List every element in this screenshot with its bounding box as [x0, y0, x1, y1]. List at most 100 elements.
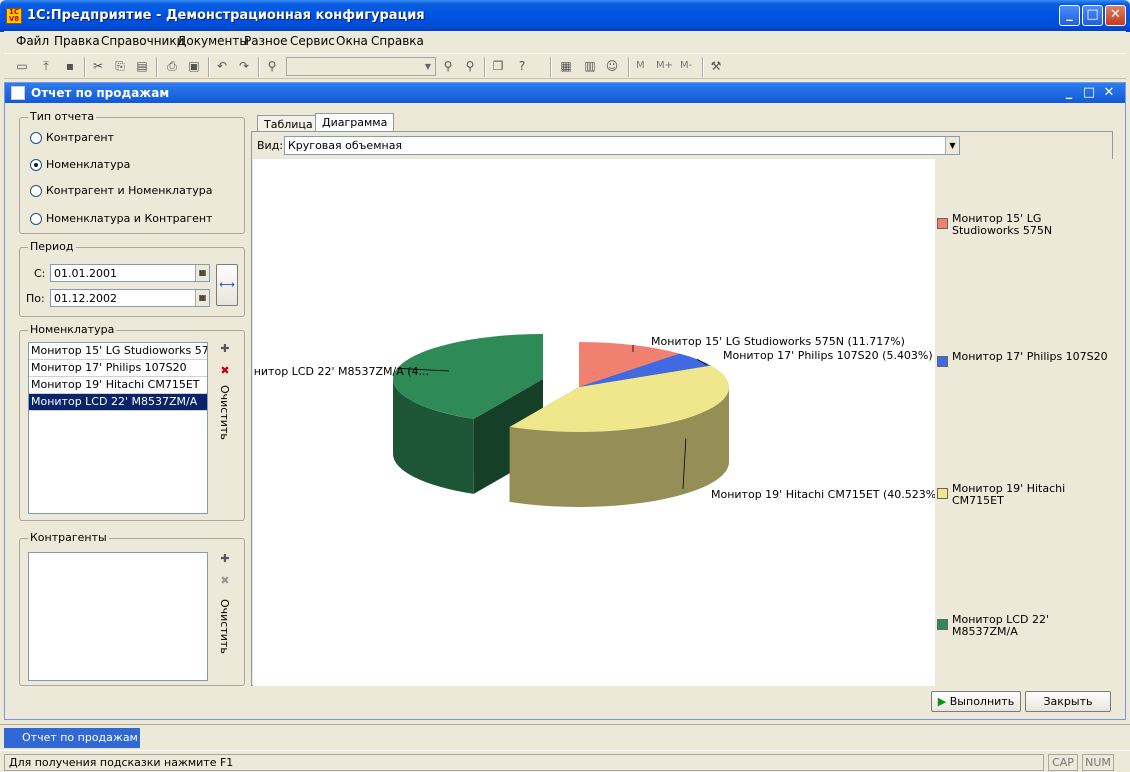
print-icon[interactable]: ⎙ [164, 58, 180, 74]
chart-type-value: Круговая объемная [288, 139, 403, 152]
radio-dot[interactable] [30, 185, 42, 197]
find-prev-icon[interactable]: ⚲ [462, 58, 478, 74]
calendar-icon[interactable]: ▦ [195, 290, 209, 306]
report-window: Отчет по продажам _ □ ✕ Тип отчета Контр… [4, 82, 1126, 720]
preview-icon[interactable]: ▣ [186, 58, 202, 74]
menu-windows[interactable]: Окна [336, 34, 368, 48]
menu-service[interactable]: Сервис [290, 34, 335, 48]
delete-item-icon[interactable]: ✖ [218, 574, 232, 588]
menu-catalogs[interactable]: Справочники [101, 34, 184, 48]
period-from-field[interactable]: 01.01.2001 ▦ [50, 264, 210, 282]
pie-data-label: Монитор LCD 22' M8537ZM/A (4... [253, 365, 429, 378]
period-to-label: По: [26, 292, 45, 305]
calendar-icon[interactable]: ▥ [582, 58, 598, 74]
tools-icon[interactable]: ⚒ [708, 58, 724, 74]
new-document-icon[interactable]: ▭ [14, 58, 30, 74]
add-item-icon[interactable]: ✚ [218, 552, 232, 566]
legend-label: Монитор 15' LG Studioworks 575N [952, 212, 1053, 237]
windows-icon[interactable]: ❐ [490, 58, 506, 74]
window-taskbar: Отчет по продажам [0, 724, 1130, 750]
report-window-titlebar[interactable]: Отчет по продажам _ □ ✕ [5, 83, 1125, 103]
save-icon[interactable]: ▪ [62, 58, 78, 74]
menu-misc[interactable]: Разное [244, 34, 288, 48]
delete-item-icon[interactable]: ✖ [218, 364, 232, 378]
chevron-down-icon[interactable]: ▼ [945, 137, 959, 154]
menu-file[interactable]: Файл [16, 34, 49, 48]
cut-icon[interactable]: ✂ [90, 58, 106, 74]
window-maximize-button[interactable]: □ [1081, 85, 1097, 101]
taskbar-report-item[interactable]: Отчет по продажам [4, 728, 140, 748]
window-minimize-button[interactable]: _ [1061, 85, 1077, 101]
paste-icon[interactable]: ▤ [134, 58, 150, 74]
counterparties-clear-button[interactable]: Очистить [218, 599, 231, 654]
toolbar-separator [208, 57, 210, 77]
minimize-button[interactable]: _ [1059, 5, 1080, 26]
num-indicator: NUM [1082, 754, 1114, 771]
list-item[interactable]: Монитор 17' Philips 107S20 [29, 360, 207, 377]
redo-icon[interactable]: ↷ [236, 58, 252, 74]
find-next-icon[interactable]: ⚲ [440, 58, 456, 74]
memory-button[interactable]: M [636, 60, 645, 71]
toolbar-separator [84, 57, 86, 77]
memory-plus-button[interactable]: M+ [656, 60, 673, 71]
radio-dot[interactable] [30, 213, 42, 225]
period-to-field[interactable]: 01.12.2002 ▦ [50, 289, 210, 307]
radio-dot-selected[interactable] [30, 159, 42, 171]
caps-indicator: CAP [1048, 754, 1078, 771]
user-icon[interactable]: ☺ [604, 58, 620, 74]
open-icon[interactable]: ⤒ [38, 58, 54, 74]
legend-label: Монитор LCD 22' M8537ZM/A [952, 613, 1049, 638]
legend-label: Монитор 17' Philips 107S20 [952, 350, 1108, 363]
toolbar-separator [628, 57, 630, 77]
period-from-label: С: [34, 267, 46, 280]
nomenclature-clear-button[interactable]: Очистить [218, 385, 231, 440]
radio-counterparty-nomenclature[interactable]: Контрагент и Номенклатура [30, 184, 212, 197]
list-item-selected[interactable]: Монитор LCD 22' M8537ZM/A [29, 394, 207, 411]
add-item-icon[interactable]: ✚ [218, 342, 232, 356]
menu-edit[interactable]: Правка [54, 34, 100, 48]
toolbar-separator [702, 57, 704, 77]
menu-help[interactable]: Справка [371, 34, 424, 48]
close-button[interactable]: ✕ [1105, 5, 1126, 26]
legend-swatch [937, 619, 948, 630]
binoculars-icon[interactable]: ⚲ [264, 58, 280, 74]
app-titlebar[interactable]: 1C V8 1С:Предприятие - Демонстрационная к… [0, 0, 1130, 32]
window-close-button[interactable]: ✕ [1101, 85, 1117, 101]
toolbar-separator [484, 57, 486, 77]
tab-chart[interactable]: Диаграмма [315, 113, 395, 133]
maximize-button[interactable]: □ [1082, 5, 1103, 26]
radio-label: Контрагент и Номенклатура [46, 184, 213, 197]
help-icon[interactable]: ? [514, 58, 530, 74]
app-logo-icon: 1C V8 [6, 8, 22, 24]
radio-label: Номенклатура и Контрагент [46, 212, 213, 225]
list-item[interactable]: Монитор 15' LG Studioworks 575N [29, 343, 207, 360]
radio-label: Номенклатура [46, 158, 131, 171]
undo-icon[interactable]: ↶ [214, 58, 230, 74]
list-item[interactable]: Монитор 19' Hitachi CM715ET [29, 377, 207, 394]
counterparties-label: Контрагенты [28, 531, 109, 544]
radio-nomenclature-counterparty[interactable]: Номенклатура и Контрагент [30, 212, 212, 225]
radio-nomenclature[interactable]: Номенклатура [30, 158, 130, 171]
run-button[interactable]: ▶ Выполнить [931, 691, 1021, 712]
calculator-icon[interactable]: ▦ [558, 58, 574, 74]
chart-area: Монитор 15' LG Studioworks 575N (11.717%… [253, 159, 1113, 686]
close-report-button[interactable]: Закрыть [1025, 691, 1111, 712]
menu-documents[interactable]: Документы [177, 34, 249, 48]
copy-icon[interactable]: ⎘ [112, 58, 128, 74]
legend-label: Монитор 19' Hitachi CM715ET [952, 482, 1066, 507]
memory-minus-button[interactable]: M- [680, 60, 692, 71]
report-type-group: Тип отчета Контрагент Номенклатура Контр… [19, 110, 245, 234]
toolbar-separator [156, 57, 158, 77]
chevron-down-icon[interactable]: ▼ [421, 58, 435, 75]
radio-dot[interactable] [30, 132, 42, 144]
legend-swatch [937, 488, 948, 499]
search-combo[interactable]: ▼ [286, 57, 436, 76]
radio-counterparty[interactable]: Контрагент [30, 131, 114, 144]
counterparties-list[interactable] [28, 552, 208, 681]
pie-data-label: Монитор 17' Philips 107S20 (5.403%) [723, 349, 933, 362]
chart-tab-panel: Вид: Круговая объемная ▼ Монитор 15' LG … [251, 131, 1113, 686]
chart-type-select[interactable]: Круговая объемная ▼ [284, 136, 960, 155]
calendar-icon[interactable]: ▦ [195, 265, 209, 281]
nomenclature-list[interactable]: Монитор 15' LG Studioworks 575N Монитор … [28, 342, 208, 514]
period-select-button[interactable]: ⟷ [216, 264, 238, 306]
